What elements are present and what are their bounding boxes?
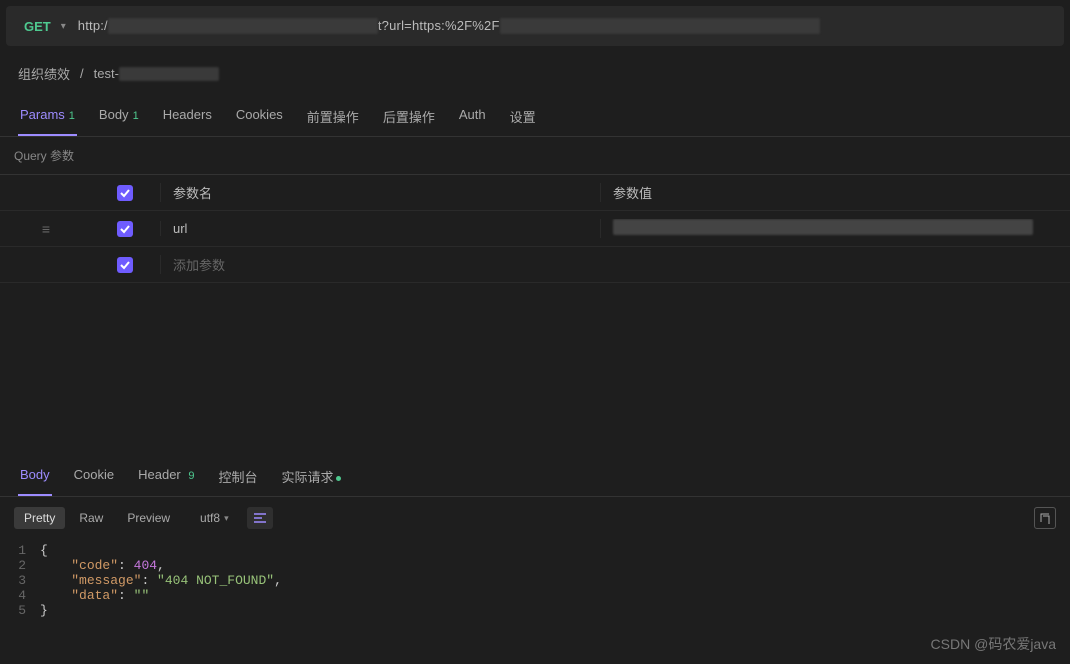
query-section-title: Query 参数: [0, 137, 1070, 174]
param-value-input[interactable]: [600, 219, 1070, 238]
drag-handle-icon[interactable]: ≡: [42, 221, 48, 237]
request-url-input[interactable]: http:/t?url=https:%2F%2F: [78, 18, 820, 35]
request-url-bar: GET ▾ http:/t?url=https:%2F%2F: [6, 6, 1064, 46]
response-tabs: Body Cookie Header 9 控制台 实际请求: [0, 455, 1070, 497]
column-header-value: 参数值: [600, 183, 1070, 202]
tab-post-request[interactable]: 后置操作: [381, 101, 437, 136]
param-header-row: 参数名 参数值: [0, 175, 1070, 211]
param-row: ≡ url: [0, 211, 1070, 247]
param-name-input[interactable]: url: [160, 221, 600, 236]
breadcrumb-separator: /: [80, 66, 84, 81]
param-checkbox[interactable]: [117, 257, 133, 273]
tab-headers[interactable]: Headers: [161, 101, 214, 136]
request-tabs: Params1 Body1 Headers Cookies 前置操作 后置操作 …: [0, 95, 1070, 137]
tab-body[interactable]: Body1: [97, 101, 141, 136]
tab-pre-request[interactable]: 前置操作: [305, 101, 361, 136]
param-add-row: 添加参数: [0, 247, 1070, 283]
tab-settings[interactable]: 设置: [508, 101, 538, 136]
tab-response-actual[interactable]: 实际请求: [280, 461, 343, 496]
breadcrumb-item[interactable]: 组织绩效: [18, 64, 70, 83]
add-param-input[interactable]: 添加参数: [160, 255, 600, 274]
response-body-code[interactable]: 1{ 2 "code": 404, 3 "message": "404 NOT_…: [0, 539, 1070, 622]
param-checkbox[interactable]: [117, 221, 133, 237]
tab-cookies[interactable]: Cookies: [234, 101, 285, 136]
select-all-checkbox[interactable]: [117, 185, 133, 201]
tab-response-header[interactable]: Header 9: [136, 461, 196, 496]
breadcrumb-item[interactable]: test-: [94, 66, 219, 82]
column-header-name: 参数名: [160, 183, 600, 202]
response-view-toolbar: Pretty Raw Preview utf8 ▾: [0, 497, 1070, 539]
watermark-text: CSDN @码农爱java: [931, 634, 1056, 654]
tab-response-body[interactable]: Body: [18, 461, 52, 496]
http-method-select[interactable]: GET: [14, 19, 61, 34]
view-mode-pretty[interactable]: Pretty: [14, 507, 65, 529]
tab-response-cookie[interactable]: Cookie: [72, 461, 116, 496]
indicator-dot-icon: [336, 476, 341, 481]
tab-params[interactable]: Params1: [18, 101, 77, 136]
chevron-down-icon: ▾: [224, 513, 229, 524]
tab-auth[interactable]: Auth: [457, 101, 488, 136]
encoding-select[interactable]: utf8 ▾: [192, 507, 237, 529]
tab-response-console[interactable]: 控制台: [217, 461, 260, 496]
view-mode-preview[interactable]: Preview: [117, 507, 180, 529]
copy-icon[interactable]: [1034, 507, 1056, 529]
breadcrumb: 组织绩效 / test-: [0, 46, 1070, 95]
query-param-table: 参数名 参数值 ≡ url 添加参数: [0, 174, 1070, 283]
format-icon[interactable]: [247, 507, 273, 529]
view-mode-raw[interactable]: Raw: [69, 507, 113, 529]
chevron-down-icon[interactable]: ▾: [61, 21, 66, 32]
